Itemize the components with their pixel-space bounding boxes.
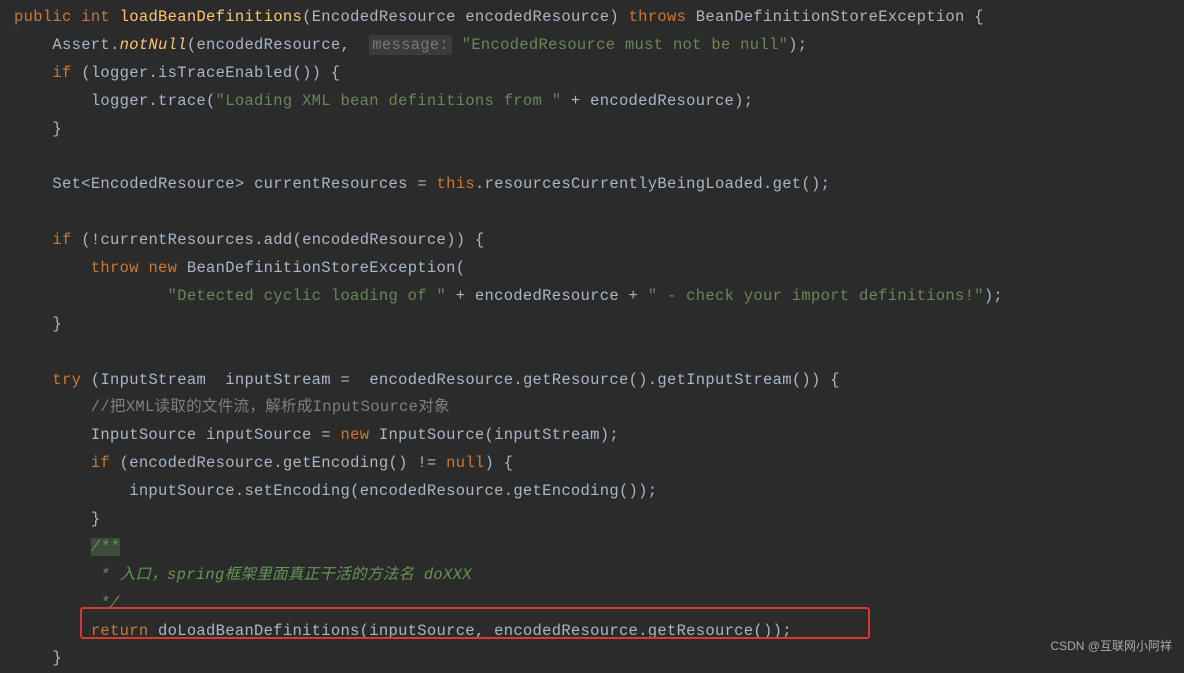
code-line: InputSource inputSource = new InputSourc… xyxy=(91,426,619,444)
code-line: inputSource.setEncoding(encodedResource.… xyxy=(129,482,657,500)
method-name: loadBeanDefinitions xyxy=(120,8,302,26)
code-line: "Detected cyclic loading of " + encodedR… xyxy=(168,287,1003,305)
code-line: logger.trace("Loading XML bean definitio… xyxy=(91,92,754,110)
code-line: //把XML读取的文件流，解析成InputSource对象 xyxy=(91,398,450,416)
code-line: Assert.notNull(encodedResource, message:… xyxy=(52,35,807,55)
code-line: try (InputStream inputStream = encodedRe… xyxy=(52,371,839,389)
code-line: } xyxy=(52,315,62,333)
code-line: } xyxy=(52,649,62,667)
code-line: return doLoadBeanDefinitions(inputSource… xyxy=(91,622,792,640)
code-editor: public int loadBeanDefinitions(EncodedRe… xyxy=(0,0,1184,673)
code-line: * 入口，spring框架里面真正干活的方法名 doXXX xyxy=(91,566,472,584)
code-line: /** xyxy=(91,538,120,556)
code-line: throw new BeanDefinitionStoreException( xyxy=(91,259,466,277)
code-line: } xyxy=(91,510,101,528)
code-line: */ xyxy=(91,594,120,612)
code-line: if (encodedResource.getEncoding() != nul… xyxy=(91,454,514,472)
code-line: if (logger.isTraceEnabled()) { xyxy=(52,64,340,82)
code-line: if (!currentResources.add(encodedResourc… xyxy=(52,231,484,249)
code-line: public int loadBeanDefinitions(EncodedRe… xyxy=(14,8,984,26)
inlay-hint: message: xyxy=(369,35,452,55)
code-line: Set<EncodedResource> currentResources = … xyxy=(52,175,830,193)
watermark: CSDN @互联网小阿祥 xyxy=(1050,636,1172,658)
kw-int: int xyxy=(81,8,110,26)
kw-public: public xyxy=(14,8,72,26)
code-line: } xyxy=(52,120,62,138)
